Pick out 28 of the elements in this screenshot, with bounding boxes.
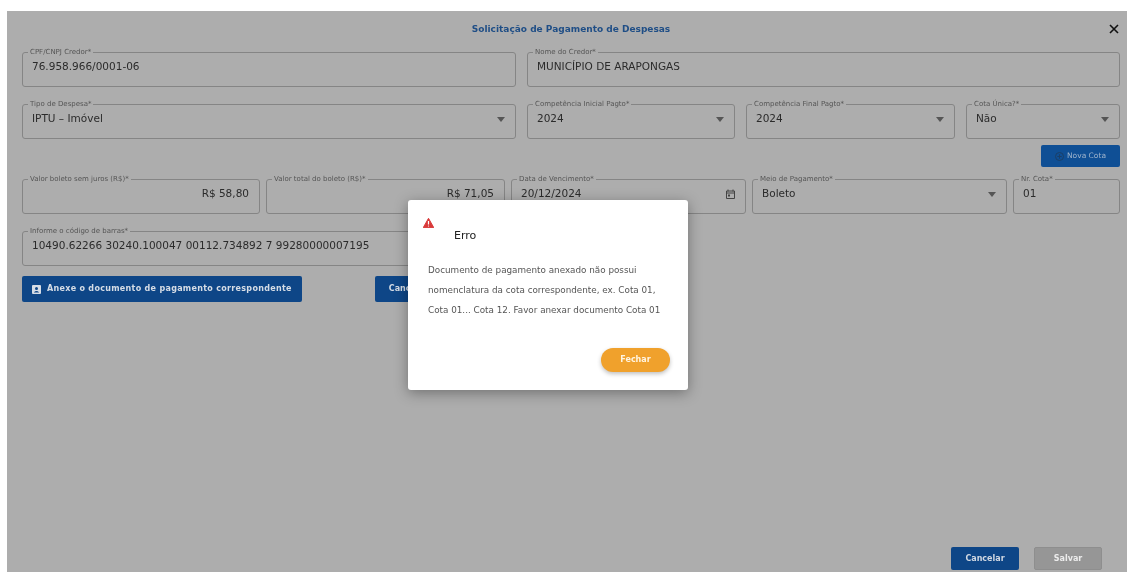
field-value: Não	[976, 111, 998, 127]
caret-icon	[1101, 116, 1109, 122]
dialog-title: Erro	[454, 228, 477, 244]
field-value: 01	[1023, 186, 1038, 202]
field-value: 20/12/2024	[521, 186, 583, 202]
plus-icon	[1055, 151, 1064, 161]
field-value: R$ 71,05	[445, 186, 494, 202]
caret-icon	[936, 116, 944, 122]
field-value: R$ 58,80	[200, 186, 249, 202]
close-icon	[1108, 23, 1120, 35]
field-value: MUNICÍPIO DE ARAPONGAS	[537, 59, 681, 75]
close-button[interactable]	[1108, 23, 1120, 35]
warning-icon	[423, 218, 434, 228]
field-value: IPTU – Imóvel	[32, 111, 104, 127]
field-value: 10490.62266 30240.100047 00112.734892 7 99280000007195	[32, 238, 371, 254]
document-icon	[32, 284, 41, 294]
error-message: Documento de pagamento anexado não possui nomenclatura da cota correspondente, ex. Cota 01, Cota 01... Cota 12. Favor anexar documento Cota 01	[428, 264, 662, 317]
caret-icon	[716, 116, 724, 122]
dialog-title: Solicitação de Pagamento de Despesas	[471, 23, 671, 37]
field-value: 2024	[537, 111, 565, 127]
calendar-icon	[726, 189, 735, 199]
caret-icon	[497, 116, 505, 122]
attach-button[interactable]: Anexe o documento de pagamento correspondente	[22, 276, 302, 302]
caret-icon	[988, 191, 996, 197]
field-value: 2024	[756, 111, 784, 127]
field-value: Boleto	[762, 186, 797, 202]
field-value: 76.958.966/0001-06	[32, 59, 141, 75]
cancel-button[interactable]: Cancelar	[951, 547, 1019, 570]
